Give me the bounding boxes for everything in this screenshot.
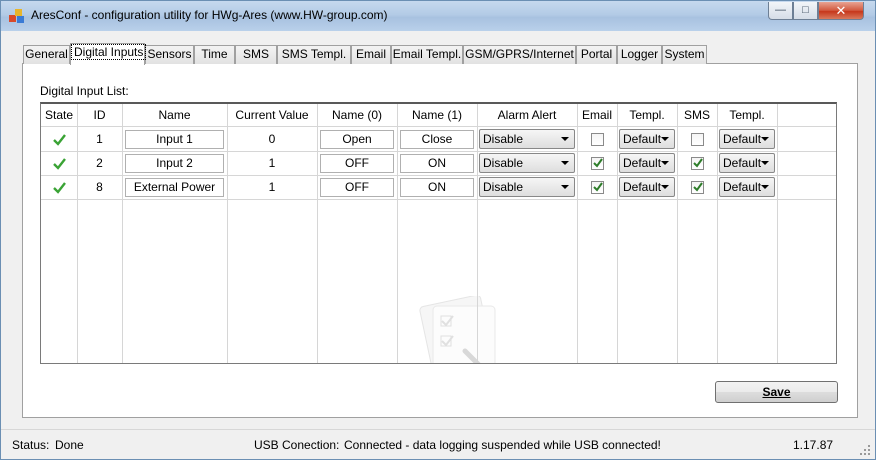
row-id: 8 bbox=[96, 180, 103, 194]
name-input[interactable]: External Power bbox=[125, 178, 224, 197]
email-templ-select[interactable]: Default bbox=[619, 129, 675, 149]
chevron-down-icon bbox=[561, 137, 569, 141]
email-templ-value: Default bbox=[623, 180, 662, 194]
state-ok-check-icon bbox=[53, 182, 66, 194]
tab-sms[interactable]: SMS bbox=[235, 45, 277, 64]
tab-system[interactable]: System bbox=[662, 45, 707, 64]
close-button[interactable]: ✕ bbox=[818, 2, 864, 20]
tab-email[interactable]: Email bbox=[351, 45, 391, 64]
name1-input[interactable]: ON bbox=[400, 154, 474, 173]
tab-sensors[interactable]: Sensors bbox=[145, 45, 194, 64]
digital-input-grid: State ID Name Current Value Name (0) Nam… bbox=[40, 102, 837, 364]
current-value: 0 bbox=[268, 132, 276, 146]
current-value: 1 bbox=[268, 156, 276, 170]
column-header-state[interactable]: State bbox=[41, 106, 77, 124]
email-checkbox[interactable] bbox=[591, 181, 604, 194]
state-ok-check-icon bbox=[53, 158, 66, 170]
alarm-alert-value: Disable bbox=[483, 132, 524, 146]
sms-templ-select[interactable]: Default bbox=[719, 129, 775, 149]
column-header-email[interactable]: Email bbox=[577, 106, 617, 124]
name-input[interactable]: Input 1 bbox=[125, 130, 224, 149]
tab-email-templ[interactable]: Email Templ. bbox=[391, 45, 463, 64]
row-id: 2 bbox=[96, 156, 103, 170]
maximize-button[interactable]: □ bbox=[793, 2, 818, 20]
save-button[interactable]: Save bbox=[715, 381, 838, 403]
title-bar[interactable]: AresConf - configuration utility for HWg… bbox=[1, 1, 875, 31]
chevron-down-icon bbox=[561, 185, 569, 189]
version-label: 1.17.87 bbox=[793, 438, 834, 452]
status-label: Status: bbox=[12, 438, 50, 452]
tab-digital-inputs-label: Digital Inputs bbox=[71, 44, 147, 60]
sms-checkbox[interactable] bbox=[691, 133, 704, 146]
column-header-alarm-alert[interactable]: Alarm Alert bbox=[477, 106, 577, 124]
column-header-sms-templ[interactable]: Templ. bbox=[717, 106, 777, 124]
checkmark-icon bbox=[593, 182, 603, 192]
name1-input[interactable]: ON bbox=[400, 178, 474, 197]
row-id: 1 bbox=[96, 132, 103, 146]
column-header-name-0[interactable]: Name (0) bbox=[317, 106, 397, 124]
email-checkbox[interactable] bbox=[591, 157, 604, 170]
tab-sms-templ[interactable]: SMS Templ. bbox=[277, 45, 351, 64]
chevron-down-icon bbox=[661, 137, 669, 141]
name-input[interactable]: Input 2 bbox=[125, 154, 224, 173]
checkmark-icon bbox=[593, 158, 603, 168]
alarm-alert-select[interactable]: Disable bbox=[479, 153, 575, 173]
name0-input[interactable]: Open bbox=[320, 130, 394, 149]
tab-logger[interactable]: Logger bbox=[617, 45, 662, 64]
alarm-alert-select[interactable]: Disable bbox=[479, 177, 575, 197]
column-header-name[interactable]: Name bbox=[122, 106, 227, 124]
sms-templ-select[interactable]: Default bbox=[719, 177, 775, 197]
email-templ-select[interactable]: Default bbox=[619, 153, 675, 173]
tab-portal[interactable]: Portal bbox=[576, 45, 617, 64]
status-bar: Status: Done USB Conection: Connected - … bbox=[1, 429, 875, 459]
sms-templ-value: Default bbox=[723, 156, 762, 170]
column-header-sms[interactable]: SMS bbox=[677, 106, 717, 124]
digital-input-list-label: Digital Input List: bbox=[40, 84, 129, 98]
name0-input[interactable]: OFF bbox=[320, 154, 394, 173]
usb-connection-label: USB Conection: bbox=[254, 438, 340, 452]
column-header-name-1[interactable]: Name (1) bbox=[397, 106, 477, 124]
checkmark-icon bbox=[693, 182, 703, 192]
chevron-down-icon bbox=[761, 185, 769, 189]
email-checkbox[interactable] bbox=[591, 133, 604, 146]
chevron-down-icon bbox=[561, 161, 569, 165]
state-ok-check-icon bbox=[53, 134, 66, 146]
status-value: Done bbox=[55, 438, 84, 452]
tab-digital-inputs[interactable]: Digital Inputs bbox=[70, 43, 147, 65]
chevron-down-icon bbox=[661, 161, 669, 165]
sms-templ-value: Default bbox=[723, 180, 762, 194]
email-templ-value: Default bbox=[623, 156, 662, 170]
checkmark-icon bbox=[693, 158, 703, 168]
resize-grip-icon[interactable] bbox=[859, 444, 871, 456]
alarm-alert-value: Disable bbox=[483, 156, 524, 170]
email-templ-select[interactable]: Default bbox=[619, 177, 675, 197]
window-title: AresConf - configuration utility for HWg… bbox=[31, 8, 388, 22]
notepad-watermark-icon bbox=[419, 296, 497, 363]
name1-input[interactable]: Close bbox=[400, 130, 474, 149]
current-value: 1 bbox=[268, 180, 276, 194]
sms-templ-value: Default bbox=[723, 132, 762, 146]
app-window: AresConf - configuration utility for HWg… bbox=[0, 0, 876, 460]
sms-checkbox[interactable] bbox=[691, 181, 704, 194]
column-header-id[interactable]: ID bbox=[77, 106, 122, 124]
sms-checkbox[interactable] bbox=[691, 157, 704, 170]
usb-connection-value: Connected - data logging suspended while… bbox=[344, 438, 661, 452]
chevron-down-icon bbox=[661, 185, 669, 189]
column-header-current-value[interactable]: Current Value bbox=[227, 106, 317, 124]
alarm-alert-select[interactable]: Disable bbox=[479, 129, 575, 149]
minimize-button[interactable]: — bbox=[768, 2, 793, 20]
name0-input[interactable]: OFF bbox=[320, 178, 394, 197]
chevron-down-icon bbox=[761, 137, 769, 141]
column-header-email-templ[interactable]: Templ. bbox=[617, 106, 677, 124]
tab-general[interactable]: General bbox=[23, 45, 70, 64]
save-button-label: Save bbox=[762, 385, 791, 399]
chevron-down-icon bbox=[761, 161, 769, 165]
alarm-alert-value: Disable bbox=[483, 180, 524, 194]
sms-templ-select[interactable]: Default bbox=[719, 153, 775, 173]
email-templ-value: Default bbox=[623, 132, 662, 146]
app-icon bbox=[9, 9, 25, 23]
tab-time[interactable]: Time bbox=[194, 45, 235, 64]
tab-gsm-gprs-internet[interactable]: GSM/GPRS/Internet bbox=[463, 45, 576, 64]
